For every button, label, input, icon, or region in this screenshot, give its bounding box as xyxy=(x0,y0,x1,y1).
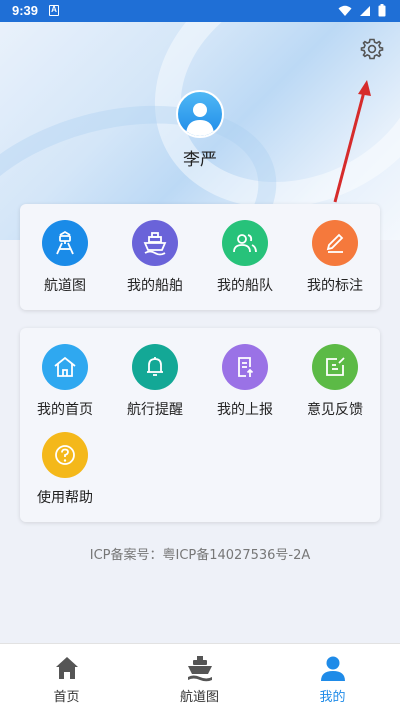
wifi-icon xyxy=(338,5,352,16)
menu-label: 航道图 xyxy=(44,278,86,294)
menu-item-navigation-alert[interactable]: 航行提醒 xyxy=(110,344,200,419)
service-menu-card: 我的首页 航行提醒 我的上报 意见反馈 使用帮助 xyxy=(20,328,380,522)
menu-item-help[interactable]: 使用帮助 xyxy=(20,432,110,507)
notification-a-icon: A xyxy=(49,5,59,16)
status-icons xyxy=(338,4,386,17)
tab-label: 我的 xyxy=(319,690,346,705)
bottom-tab-bar: 首页 航道图 我的 xyxy=(0,643,400,712)
status-time: 9:39 xyxy=(12,3,39,18)
menu-item-my-reports[interactable]: 我的上报 xyxy=(200,344,290,419)
menu-item-channel-map[interactable]: 航道图 xyxy=(20,220,110,295)
red-arrow-annotation xyxy=(333,80,371,203)
user-icon xyxy=(186,103,214,136)
fleet-people-icon xyxy=(222,220,268,266)
avatar[interactable] xyxy=(176,90,224,138)
home-icon xyxy=(42,344,88,390)
settings-button[interactable] xyxy=(357,34,387,64)
menu-item-my-marks[interactable]: 我的标注 xyxy=(290,220,380,295)
help-icon xyxy=(42,432,88,478)
ship-icon xyxy=(132,220,178,266)
channel-map-icon xyxy=(42,220,88,266)
menu-label: 航行提醒 xyxy=(127,402,183,418)
tab-channel-map[interactable]: 航道图 xyxy=(133,644,266,712)
status-bar: 9:39 A xyxy=(0,0,400,22)
battery-icon xyxy=(378,4,386,17)
icp-record: ICP备案号：粤ICP备14027536号-2A xyxy=(89,548,311,563)
report-icon xyxy=(222,344,268,390)
menu-label: 意见反馈 xyxy=(307,402,363,418)
user-icon xyxy=(320,656,345,681)
menu-label: 使用帮助 xyxy=(37,490,93,506)
menu-label: 我的船队 xyxy=(217,278,273,294)
menu-item-my-fleet[interactable]: 我的船队 xyxy=(200,220,290,295)
feedback-icon xyxy=(312,344,358,390)
pencil-icon xyxy=(312,220,358,266)
tab-mine[interactable]: 我的 xyxy=(266,644,399,712)
menu-label: 我的首页 xyxy=(37,402,93,418)
tab-label: 首页 xyxy=(53,690,80,705)
bell-icon xyxy=(132,344,178,390)
home-icon xyxy=(55,657,78,679)
signal-icon xyxy=(360,5,370,16)
menu-label: 我的标注 xyxy=(307,278,363,294)
tab-home[interactable]: 首页 xyxy=(0,644,133,712)
menu-label: 我的船舶 xyxy=(127,278,183,294)
menu-item-my-home[interactable]: 我的首页 xyxy=(20,344,110,419)
tab-label: 航道图 xyxy=(179,690,219,705)
username: 李严 xyxy=(183,150,217,170)
menu-label: 我的上报 xyxy=(217,402,273,418)
menu-item-feedback[interactable]: 意见反馈 xyxy=(290,344,380,419)
gear-icon xyxy=(360,38,384,60)
quick-menu-card: 航道图 我的船舶 我的船队 我的标注 xyxy=(20,204,380,310)
menu-item-my-ships[interactable]: 我的船舶 xyxy=(110,220,200,295)
ship-icon xyxy=(187,656,212,682)
